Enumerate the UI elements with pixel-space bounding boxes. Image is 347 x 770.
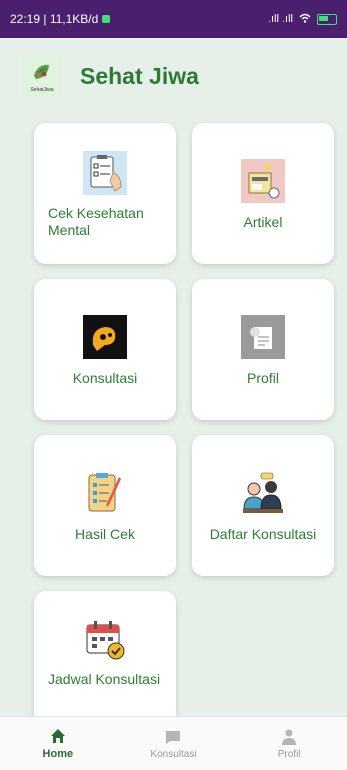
- nav-label: Profil: [277, 748, 301, 760]
- status-time: 22:19 | 11,1KB/d: [10, 12, 99, 26]
- consultation-logo-icon: [83, 315, 127, 359]
- nav-profil[interactable]: Profil: [244, 728, 334, 760]
- menu-card-daftar-konsultasi[interactable]: Daftar Konsultasi: [192, 435, 334, 576]
- app-title: Sehat Jiwa: [80, 62, 199, 89]
- menu-card-cek-kesehatan[interactable]: Cek Kesehatan Mental: [34, 123, 176, 264]
- nav-home[interactable]: Home: [13, 727, 103, 760]
- menu-label: Artikel: [243, 214, 283, 230]
- logo-text: SehatJiwa: [30, 86, 54, 93]
- nav-label: Home: [42, 748, 74, 760]
- nav-label: Konsultasi: [150, 748, 197, 760]
- app-header: SehatJiwa Sehat Jiwa: [0, 50, 347, 102]
- menu-label: Jadwal Konsultasi: [48, 671, 161, 687]
- home-icon: [50, 729, 65, 743]
- menu-label: Hasil Cek: [75, 526, 135, 542]
- signal-icon: .ıll .ıll: [267, 13, 293, 25]
- profile-document-icon: [241, 315, 285, 359]
- doctor-patient-icon: [243, 472, 283, 513]
- menu-label: Cek Kesehatan Mental: [48, 205, 144, 238]
- nav-konsultasi[interactable]: Konsultasi: [128, 728, 218, 760]
- result-clipboard-icon: [88, 473, 121, 512]
- status-bar: 22:19 | 11,1KB/d .ıll .ıll: [0, 0, 347, 38]
- menu-card-hasil-cek[interactable]: Hasil Cek: [34, 435, 176, 576]
- battery-icon: [317, 13, 337, 25]
- leaf-logo-icon: [34, 64, 49, 79]
- checklist-clipboard-icon: [83, 151, 127, 195]
- bottom-nav: Home Konsultasi Profil: [0, 716, 347, 770]
- wifi-icon: [299, 13, 311, 26]
- chat-icon: [166, 730, 181, 744]
- app-logo: SehatJiwa: [22, 56, 62, 96]
- calendar-check-icon: [86, 621, 125, 660]
- menu-label: Konsultasi: [72, 370, 138, 386]
- menu-card-profil[interactable]: Profil: [192, 279, 334, 420]
- menu-label: Daftar Konsultasi: [209, 526, 317, 542]
- status-left: 22:19 | 11,1KB/d: [10, 12, 111, 26]
- menu-card-artikel[interactable]: Artikel: [192, 123, 334, 264]
- person-icon: [282, 729, 297, 745]
- menu-card-konsultasi[interactable]: Konsultasi: [34, 279, 176, 420]
- notification-dot-icon: [102, 15, 111, 23]
- menu-label: Profil: [247, 370, 279, 386]
- status-right: .ıll .ıll: [268, 13, 337, 26]
- menu-card-jadwal-konsultasi[interactable]: Jadwal Konsultasi: [34, 591, 176, 721]
- article-icon: [241, 159, 285, 203]
